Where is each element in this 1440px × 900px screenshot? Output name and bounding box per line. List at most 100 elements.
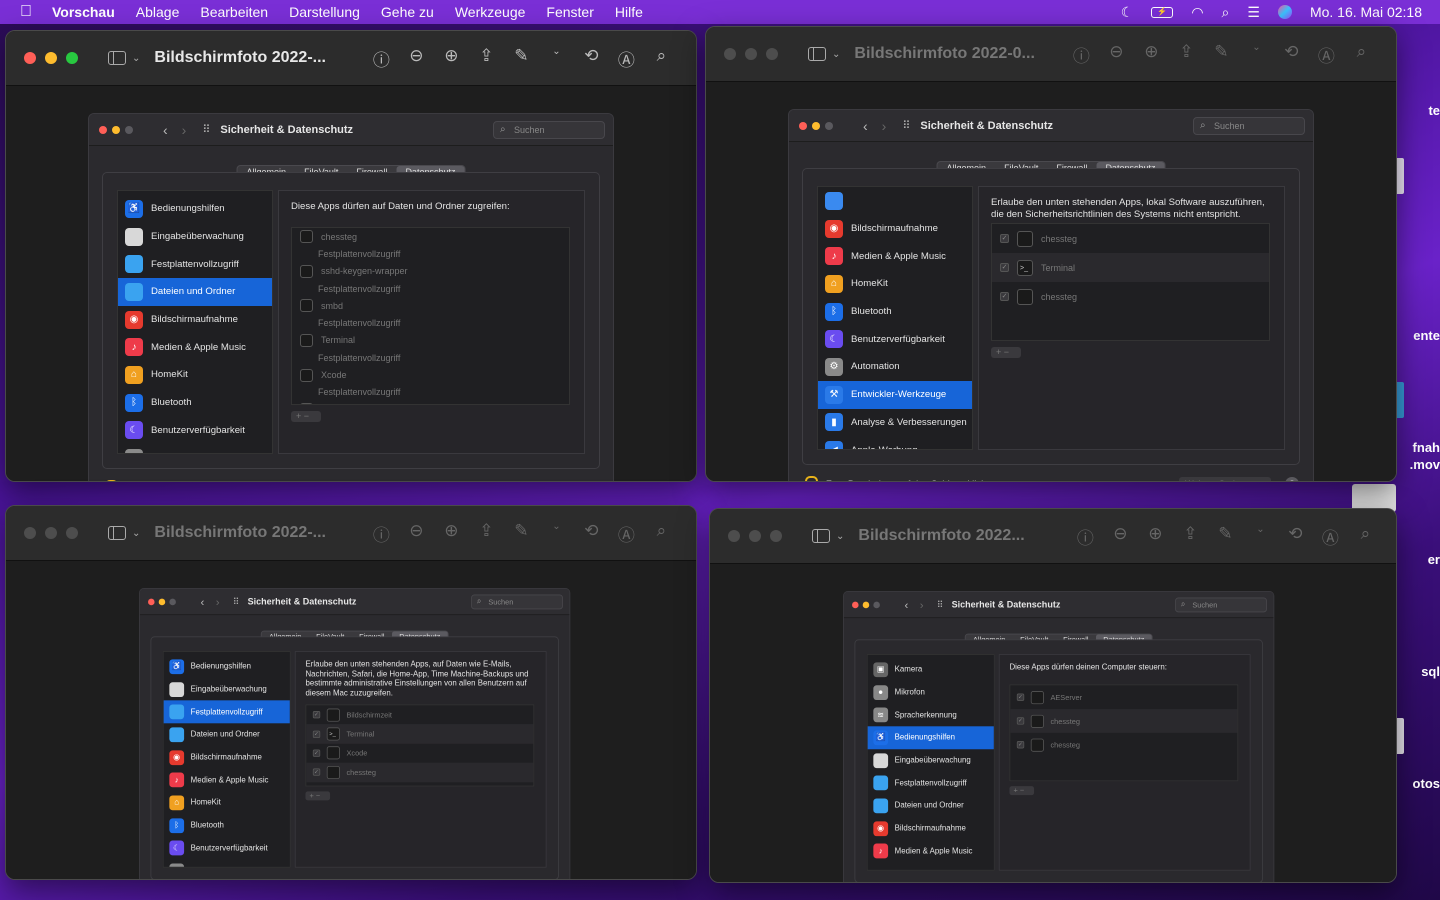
annotate-icon[interactable]: Ⓐ xyxy=(1317,42,1335,67)
list-item[interactable]: chessteg xyxy=(292,401,569,404)
checkbox[interactable]: ✓ xyxy=(1000,234,1009,243)
add-remove-buttons[interactable]: + − xyxy=(305,791,331,801)
search-icon[interactable]: ⌕ xyxy=(1352,42,1370,67)
rotate-icon[interactable]: ⟲ xyxy=(1282,42,1300,67)
menu-darstellung[interactable]: Darstellung xyxy=(289,4,360,20)
checkbox[interactable]: ✓ xyxy=(312,711,321,719)
desktop-icon-label[interactable]: er xyxy=(1428,552,1440,567)
zoom-button[interactable] xyxy=(873,601,880,608)
back-icon[interactable]: ‹ xyxy=(905,598,909,611)
sidebar-item[interactable]: Festplattenvollzugriff xyxy=(118,250,272,278)
share-icon[interactable]: ⇪ xyxy=(477,46,495,71)
zoom-in-icon[interactable]: ⊕ xyxy=(1142,42,1160,67)
forward-icon[interactable]: › xyxy=(920,598,924,611)
sidebar-item[interactable]: ◉ Bildschirmaufnahme xyxy=(118,306,272,334)
chevron-down-icon[interactable]: ⌄ xyxy=(547,521,565,546)
checkbox[interactable]: ✓ xyxy=(1016,693,1025,701)
share-icon[interactable]: ⇪ xyxy=(1177,42,1195,67)
search-field[interactable]: Suchen xyxy=(1193,117,1305,135)
grid-icon[interactable]: ⠿ xyxy=(202,123,210,136)
list-item[interactable]: ✓ chessteg xyxy=(992,224,1269,253)
minimize-button[interactable] xyxy=(112,125,120,134)
forward-icon[interactable]: › xyxy=(182,122,187,138)
sidebar-item[interactable]: ☾ Benutzerverfügbarkeit xyxy=(164,837,290,860)
desktop-icon-label[interactable]: .mov xyxy=(1410,457,1440,472)
list-item[interactable]: ✓ chessteg xyxy=(306,762,534,782)
sidebar-item[interactable]: Eingabeüberwachung xyxy=(164,678,290,701)
sidebar-item[interactable]: Dateien und Ordner xyxy=(118,278,272,306)
rotate-icon[interactable]: ⟲ xyxy=(582,46,600,71)
sidebar-item[interactable]: Dateien und Ordner xyxy=(164,723,290,746)
chevron-down-icon[interactable]: ⌄ xyxy=(132,528,140,539)
sidebar-item[interactable]: ◉ Bildschirmaufnahme xyxy=(868,817,994,840)
checkbox[interactable]: ✓ xyxy=(1000,263,1009,272)
sidebar-item[interactable]: ♪ Medien & Apple Music xyxy=(868,840,994,863)
back-icon[interactable]: ‹ xyxy=(163,122,168,138)
list-item[interactable]: ✓ AEServer xyxy=(1010,685,1237,709)
list-item[interactable]: ✓ chessteg xyxy=(1010,733,1237,757)
zoom-button[interactable] xyxy=(66,527,78,539)
info-icon[interactable]: ⓘ xyxy=(1076,524,1094,549)
rotate-icon[interactable]: ⟲ xyxy=(582,521,600,546)
sidebar-item[interactable]: ◉ Bildschirmaufnahme xyxy=(818,215,972,243)
checkbox[interactable]: ✓ xyxy=(312,749,321,757)
sidebar-toggle-icon[interactable] xyxy=(808,47,826,61)
list-item[interactable]: ✓ Xcode xyxy=(306,744,533,763)
preview-window[interactable]: ⌄ Bildschirmfoto 2022-0... ⓘ ⊖ ⊕ ⇪ ✎ ⌄ ⟲… xyxy=(705,26,1397,482)
back-icon[interactable]: ‹ xyxy=(201,595,205,608)
sidebar-item[interactable]: Festplattenvollzugriff xyxy=(163,700,290,724)
sidebar-item[interactable]: Eingabeüberwachung xyxy=(118,223,272,251)
list-item[interactable]: ✓ chessteg xyxy=(992,282,1269,311)
preview-window[interactable]: ⌄ Bildschirmfoto 2022-... ⓘ ⊖ ⊕ ⇪ ✎ ⌄ ⟲ … xyxy=(5,30,697,482)
sidebar-item[interactable]: ⚙ Automation xyxy=(164,860,290,867)
search-icon[interactable]: ⌕ xyxy=(652,46,670,71)
search-field[interactable]: Suchen xyxy=(471,594,563,610)
desktop-icon-label[interactable]: sql xyxy=(1421,664,1440,679)
sidebar-toggle-icon[interactable] xyxy=(108,51,126,65)
moon-icon[interactable]: ☾ xyxy=(1121,4,1134,21)
markup-icon[interactable]: ✎ xyxy=(1216,524,1234,549)
sidebar-item[interactable]: ♿ Bedienungshilfen xyxy=(867,726,994,750)
close-button[interactable] xyxy=(24,527,36,539)
desktop-icon-label[interactable]: ente xyxy=(1413,328,1440,343)
menu-gehe-zu[interactable]: Gehe zu xyxy=(381,4,434,20)
more-options-button[interactable]: Weitere Optionen ... xyxy=(479,480,571,481)
siri-icon[interactable] xyxy=(1277,5,1292,19)
zoom-out-icon[interactable]: ⊖ xyxy=(1111,524,1129,549)
sidebar-item[interactable]: ⌂ HomeKit xyxy=(164,791,290,814)
sidebar-item[interactable]: ᛒ Bluetooth xyxy=(818,298,972,326)
menu-bearbeiten[interactable]: Bearbeiten xyxy=(200,4,268,20)
add-remove-buttons[interactable]: + − xyxy=(991,347,1021,358)
list-item[interactable]: Xcode xyxy=(292,366,569,383)
close-button[interactable] xyxy=(852,601,859,608)
desktop-icon-label[interactable]: te xyxy=(1428,103,1440,118)
checkbox[interactable]: ✓ xyxy=(1016,741,1025,749)
sidebar-item[interactable] xyxy=(818,187,972,215)
info-icon[interactable]: ⓘ xyxy=(372,46,390,71)
sidebar-item[interactable]: ⚙ Automation xyxy=(818,353,972,381)
zoom-out-icon[interactable]: ⊖ xyxy=(407,521,425,546)
sidebar-toggle-icon[interactable] xyxy=(108,526,126,540)
sidebar-item[interactable]: ☾ Benutzerverfügbarkeit xyxy=(818,325,972,353)
minimize-button[interactable] xyxy=(745,48,757,60)
checkbox[interactable]: ✓ xyxy=(312,768,321,777)
annotate-icon[interactable]: Ⓐ xyxy=(617,46,635,71)
battery-icon[interactable]: ⚡ xyxy=(1151,6,1174,18)
sidebar-item[interactable]: ◀ Apple-Werbung xyxy=(818,436,972,449)
add-remove-buttons[interactable]: + − xyxy=(291,411,321,422)
sidebar-item[interactable]: ◉ Bildschirmaufnahme xyxy=(164,746,290,769)
list-item[interactable]: Terminal xyxy=(292,332,569,349)
spotlight-search-icon[interactable]: ⌕ xyxy=(1222,4,1230,21)
zoom-button[interactable] xyxy=(770,530,782,542)
sidebar-toggle-icon[interactable] xyxy=(812,529,830,543)
chevron-down-icon[interactable]: ⌄ xyxy=(132,53,140,64)
checkbox[interactable]: ✓ xyxy=(1016,717,1025,725)
grid-icon[interactable]: ⠿ xyxy=(233,596,240,607)
lock-icon[interactable] xyxy=(103,480,118,481)
annotate-icon[interactable]: Ⓐ xyxy=(1321,524,1339,549)
sidebar-item[interactable]: ▮ Analyse & Verbesserungen xyxy=(818,409,972,437)
sidebar-item[interactable]: ● Mikrofon xyxy=(868,681,994,704)
sidebar-item[interactable]: ▣ Kamera xyxy=(868,658,994,681)
checkbox[interactable]: ✓ xyxy=(1000,292,1009,301)
menu-hilfe[interactable]: Hilfe xyxy=(615,4,643,20)
